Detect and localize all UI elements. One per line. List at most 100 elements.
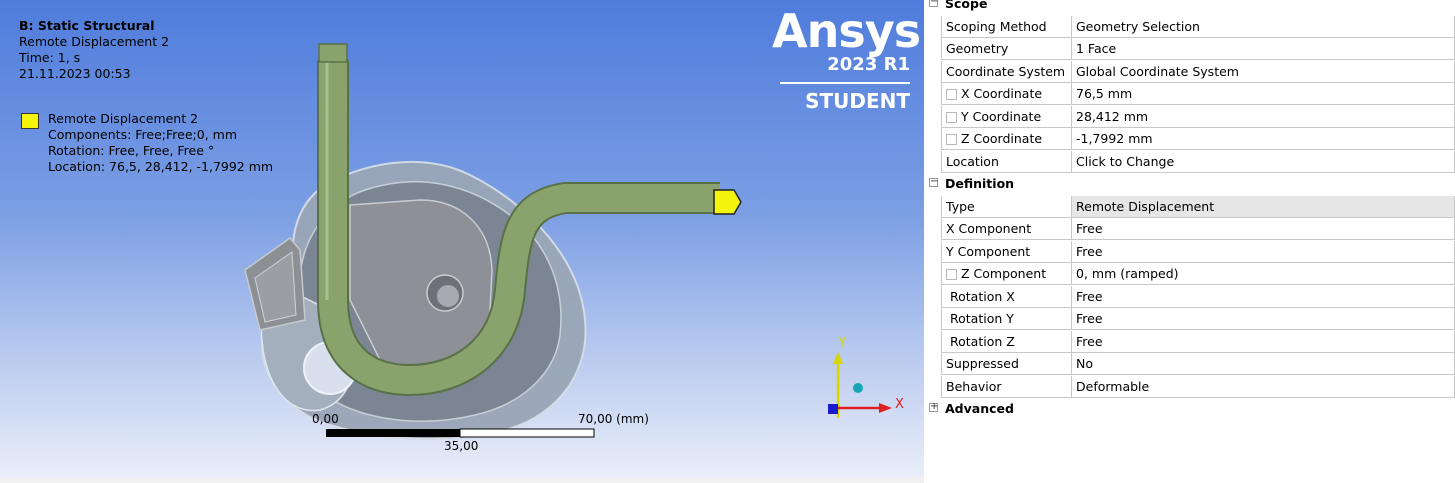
time-label: Time: 1, s [19,50,81,65]
property-name: Z Coordinate [941,128,1072,150]
property-row[interactable]: Rotation Y Free [927,308,1455,330]
property-row[interactable]: Rotation X Free [927,285,1455,308]
group-label: Advanced [945,401,1014,416]
property-value[interactable]: Free [1072,218,1455,240]
triad-y-label: Y [838,336,846,351]
property-name-text: Z Component [961,266,1047,281]
property-row[interactable]: Rotation Z Free [927,330,1455,353]
property-name: Rotation X [941,285,1072,308]
scale-bar-white [459,428,595,438]
property-name-text: Y Coordinate [961,108,1042,124]
object-name: Remote Displacement 2 [19,34,170,49]
property-row[interactable]: Coordinate System Global Coordinate Syste… [927,60,1455,83]
scale-bar-black [326,429,460,437]
details-panel: − Scope Scoping Method Geometry Selection Ge… [927,0,1455,483]
date-label: 21.11.2023 00:53 [19,66,131,81]
property-row[interactable]: Y Coordinate 28,412 mm [927,105,1455,128]
property-name-text: Location [946,153,999,169]
property-name: Type [941,195,1072,218]
ansys-logo: Ansys [772,4,921,58]
property-name-text: Behavior [946,378,1002,394]
property-name: Y Component [941,240,1072,263]
property-row[interactable]: Location Click to Change [927,150,1455,173]
property-name: Z Component [941,263,1072,285]
property-name: Scoping Method [941,15,1072,38]
property-name: Y Coordinate [941,105,1072,128]
expand-icon[interactable]: + [929,402,938,412]
property-value[interactable]: Deformable [1072,375,1455,398]
property-value[interactable]: Free [1072,240,1455,263]
triad-x-label: X [895,397,904,412]
property-name-text: Type [946,198,975,214]
property-name: Geometry [941,38,1072,60]
property-value[interactable]: 1 Face [1072,38,1455,60]
property-value[interactable]: 0, mm (ramped) [1072,263,1455,285]
scale-max-label: 70,00 (mm) [578,412,649,426]
property-row[interactable]: Z Component 0, mm (ramped) [927,263,1455,285]
property-name: Location [941,150,1072,173]
group-label: Scope [945,0,988,11]
collapse-icon[interactable]: − [929,177,938,187]
property-name-text: X Component [946,221,1032,236]
property-value[interactable]: 28,412 mm [1072,105,1455,128]
property-value[interactable]: Free [1072,330,1455,353]
property-row[interactable]: Scoping Method Geometry Selection [927,15,1455,38]
group-definition[interactable]: − Definition [927,173,1455,195]
property-name: Behavior [941,375,1072,398]
legend-color-swatch [21,113,39,129]
property-name-text: X Coordinate [961,86,1043,101]
legend-rotation: Rotation: Free, Free, Free ° [48,143,215,158]
legend-location: Location: 76,5, 28,412, -1,7992 mm [48,159,274,174]
property-value[interactable]: -1,7992 mm [1072,128,1455,150]
property-row[interactable]: Geometry 1 Face [927,38,1455,60]
property-name: Rotation Y [941,308,1072,330]
property-name-text: Scoping Method [946,18,1047,34]
property-name-text: Rotation Z [950,333,1015,349]
property-name-text: Y Component [946,243,1031,259]
property-value[interactable]: Global Coordinate System [1072,60,1455,83]
parameter-checkbox[interactable] [946,269,957,280]
analysis-title: B: Static Structural [19,18,155,33]
logo-divider [780,82,910,84]
property-row[interactable]: Y Component Free [927,240,1455,263]
parameter-checkbox[interactable] [946,134,957,145]
selected-face [713,189,742,215]
property-value[interactable]: 76,5 mm [1072,83,1455,105]
property-name: X Component [941,218,1072,240]
property-name: Rotation Z [941,330,1072,353]
group-scope[interactable]: − Scope [927,0,1455,15]
property-value[interactable]: No [1072,353,1455,375]
property-name-text: Suppressed [946,356,1019,371]
logo-edition: STUDENT [805,89,910,113]
property-name-text: Rotation Y [950,311,1014,326]
property-row[interactable]: Suppressed No [927,353,1455,375]
scale-mid-label: 35,00 [444,439,479,453]
legend-name: Remote Displacement 2 [48,111,199,126]
viewport-status-strip [0,477,924,483]
property-name-text: Z Coordinate [961,131,1043,146]
property-value[interactable]: Free [1072,308,1455,330]
property-value[interactable]: Geometry Selection [1072,15,1455,38]
property-name: Coordinate System [941,60,1072,83]
property-value[interactable]: Click to Change [1072,150,1455,173]
parameter-checkbox[interactable] [946,111,957,123]
property-name-text: Geometry [946,41,1009,56]
property-name-text: Coordinate System [946,63,1066,79]
property-row[interactable]: X Component Free [927,218,1455,240]
property-row[interactable]: X Coordinate 76,5 mm [927,83,1455,105]
legend-components: Components: Free;Free;0, mm [48,127,237,142]
property-value[interactable]: Free [1072,285,1455,308]
group-advanced[interactable]: + Advanced [927,398,1455,420]
property-row[interactable]: Z Coordinate -1,7992 mm [927,128,1455,150]
property-name: Suppressed [941,353,1072,375]
property-name: X Coordinate [941,83,1072,105]
property-value[interactable]: Remote Displacement [1072,195,1455,218]
parameter-checkbox[interactable] [946,89,957,100]
property-name-text: Rotation X [950,288,1015,304]
property-row[interactable]: Behavior Deformable [927,375,1455,398]
collapse-icon[interactable]: − [929,0,938,7]
group-label: Definition [945,176,1015,191]
logo-version: 2023 R1 [827,54,910,75]
graphics-viewport[interactable]: B: Static Structural Remote Displacement… [0,0,924,477]
property-row[interactable]: Type Remote Displacement [927,195,1455,218]
